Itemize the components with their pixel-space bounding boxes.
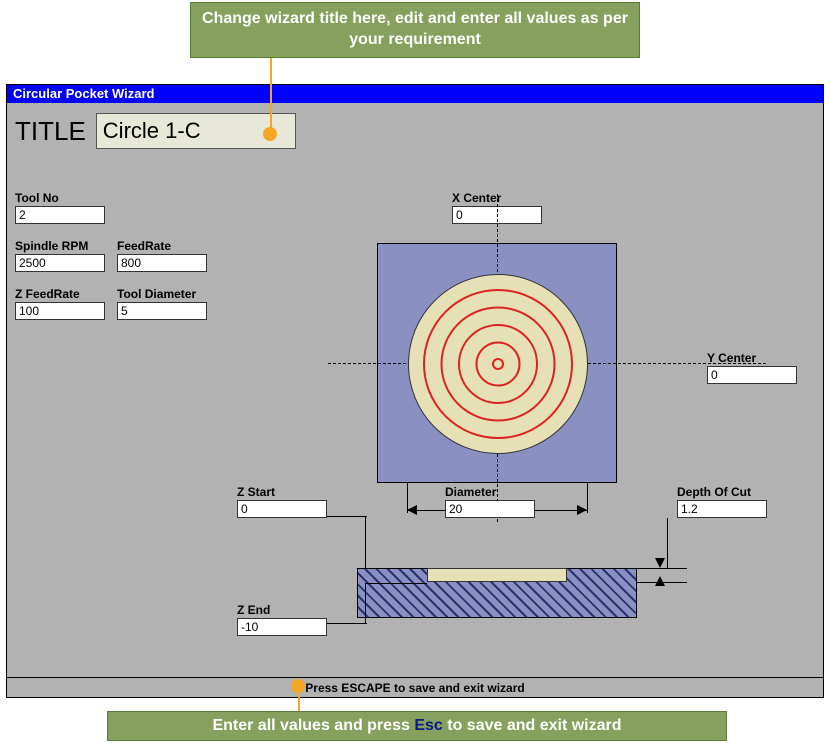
tool-no-label: Tool No: [15, 191, 105, 205]
tool-no-input[interactable]: [15, 206, 105, 224]
z-start-input[interactable]: [237, 500, 327, 518]
title-label: TITLE: [15, 116, 86, 147]
annotation-pointer: [270, 52, 272, 134]
annotation-top-text: Change wizard title here, edit and enter…: [202, 10, 628, 48]
leader-zend-v: [365, 583, 366, 623]
diagram-top-view: [377, 243, 617, 483]
field-diameter: Diameter: [445, 485, 535, 518]
arrow-left-icon: [407, 505, 417, 515]
spindle-rpm-label: Spindle RPM: [15, 239, 105, 253]
arrow-right-icon: [577, 505, 587, 515]
annotation-dot-bottom: [291, 679, 305, 693]
annotation-bottom-pre: Enter all values and press: [212, 717, 414, 734]
z-end-input[interactable]: [237, 618, 327, 636]
feedrate-input[interactable]: [117, 254, 207, 272]
feedrate-label: FeedRate: [117, 239, 207, 253]
field-z-end: Z End: [237, 603, 327, 636]
field-tool-no: Tool No: [15, 191, 105, 224]
wizard-content: TITLE Tool No Spindle RPM FeedRate Z Fee…: [7, 103, 823, 697]
annotation-bottom-key: Esc: [414, 717, 442, 734]
spindle-rpm-input[interactable]: [15, 254, 105, 272]
annotation-pointer-bottom: [298, 691, 300, 713]
field-feedrate: FeedRate: [117, 239, 207, 272]
title-row: TITLE: [15, 113, 296, 149]
leader-depth-v: [667, 518, 668, 568]
window-titlebar: Circular Pocket Wizard: [7, 85, 823, 103]
dim-ext-right: [587, 483, 588, 513]
arrow-up-icon: [655, 576, 665, 586]
diameter-input[interactable]: [445, 500, 535, 518]
field-depth-of-cut: Depth Of Cut: [677, 485, 767, 518]
field-z-feedrate: Z FeedRate: [15, 287, 105, 320]
field-tool-diameter: Tool Diameter: [117, 287, 207, 320]
field-y-center: Y Center: [707, 351, 797, 384]
z-start-label: Z Start: [237, 485, 327, 499]
wizard-footer: Press ESCAPE to save and exit wizard: [7, 677, 823, 697]
annotation-top: Change wizard title here, edit and enter…: [190, 2, 640, 58]
annotation-dot: [263, 127, 277, 141]
z-feedrate-label: Z FeedRate: [15, 287, 105, 301]
leader-zend-h: [327, 623, 367, 624]
field-spindle-rpm: Spindle RPM: [15, 239, 105, 272]
tool-diameter-label: Tool Diameter: [117, 287, 207, 301]
pocket-circle: [408, 274, 588, 454]
cut-side: [427, 568, 567, 582]
y-center-input[interactable]: [707, 366, 797, 384]
wizard-window: Circular Pocket Wizard TITLE Tool No Spi…: [6, 84, 824, 698]
z-feedrate-input[interactable]: [15, 302, 105, 320]
field-z-start: Z Start: [237, 485, 327, 518]
diagram-side-view: [357, 558, 637, 618]
annotation-bottom: Enter all values and press Esc to save a…: [107, 711, 727, 741]
window-title: Circular Pocket Wizard: [13, 86, 154, 101]
annotation-bottom-post: to save and exit wizard: [443, 717, 622, 734]
leader-zend-h2: [365, 583, 427, 584]
depth-of-cut-label: Depth Of Cut: [677, 485, 767, 499]
diameter-label: Diameter: [445, 485, 535, 499]
z-end-label: Z End: [237, 603, 327, 617]
tool-diameter-input[interactable]: [117, 302, 207, 320]
footer-text: Press ESCAPE to save and exit wizard: [305, 681, 524, 695]
leader-zstart-h: [327, 516, 367, 517]
arrow-down-icon: [655, 558, 665, 568]
depth-of-cut-input[interactable]: [677, 500, 767, 518]
